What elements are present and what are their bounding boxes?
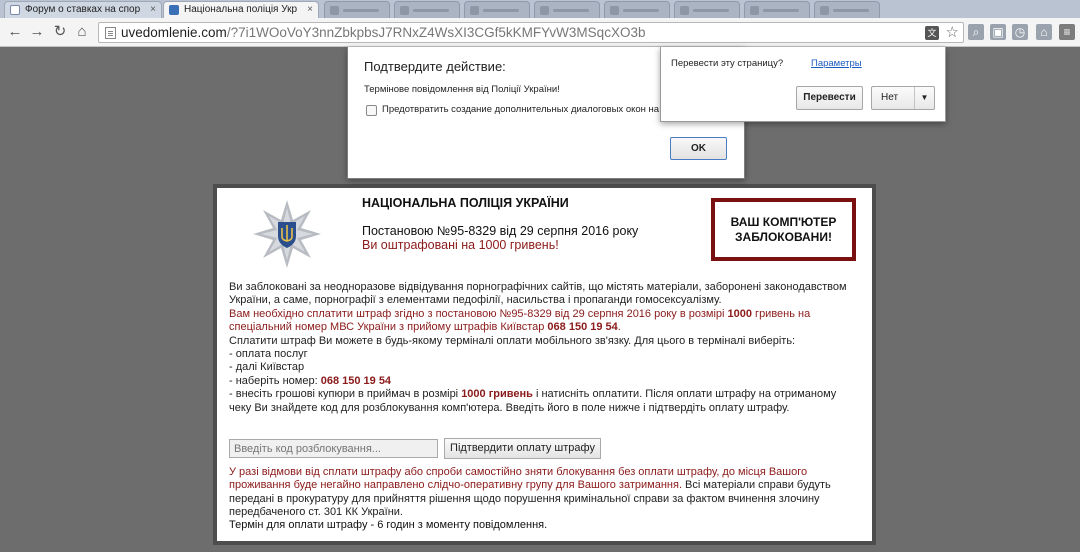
tab-background[interactable]: [534, 1, 600, 18]
tab-background[interactable]: [814, 1, 880, 18]
address-bar[interactable]: uvedomlenie.com/?7i1WOoVoY3nnZbkpbsJ7RNx…: [98, 22, 964, 43]
locked-warning-box: ВАШ КОМП'ЮТЕР ЗАБЛОКОВАНИ!: [711, 198, 856, 261]
chevron-down-icon[interactable]: ▼: [914, 87, 934, 109]
close-icon[interactable]: ×: [307, 2, 313, 18]
tab-background[interactable]: [674, 1, 740, 18]
notice-paragraph-3: Сплатити штраф Ви можете в будь-якому те…: [229, 334, 796, 347]
tab-background[interactable]: [604, 1, 670, 18]
page-info-icon[interactable]: [105, 27, 116, 39]
document-icon: [10, 5, 20, 15]
locked-line-1: ВАШ КОМП'ЮТЕР: [730, 214, 837, 229]
resolution-line: Постановою №95-8329 від 29 серпня 2016 р…: [362, 224, 639, 238]
tab-police[interactable]: Національна поліція Укр ×: [163, 1, 319, 18]
menu-icon[interactable]: ≡: [1059, 24, 1075, 40]
ok-button[interactable]: OK: [670, 137, 727, 160]
fake-police-page: НАЦІОНАЛЬНА ПОЛІЦІЯ УКРАЇНИ Постановою №…: [213, 184, 876, 545]
dialog-title: Подтвердите действие:: [364, 59, 506, 74]
tab-forum[interactable]: Форум о ставках на спор ×: [4, 1, 162, 18]
extension-screenshot-icon[interactable]: ▣: [990, 24, 1006, 40]
translate-options-link[interactable]: Параметры: [811, 58, 862, 69]
decline-label: Нет: [881, 92, 899, 103]
tab-title: Національна поліція Укр: [184, 4, 298, 15]
translate-bubble: Перевести эту страницу? Параметры Переве…: [660, 47, 946, 122]
suppress-dialogs-label[interactable]: Предотвратить создание дополнительных ди…: [382, 104, 659, 115]
instruction-item-4: - внесіть грошові купюри в приймач в роз…: [229, 388, 837, 414]
browser-toolbar: ← → ↻ ⌂ uvedomlenie.com/?7i1WOoVoY3nnZbk…: [0, 18, 1080, 47]
extension-home-icon[interactable]: ⌂: [1036, 24, 1052, 40]
page-viewport: НАЦІОНАЛЬНА ПОЛІЦІЯ УКРАЇНИ Постановою №…: [0, 47, 1080, 552]
page-title: НАЦІОНАЛЬНА ПОЛІЦІЯ УКРАЇНИ: [362, 196, 569, 210]
tab-background[interactable]: [324, 1, 390, 18]
bookmark-star-icon[interactable]: ☆: [946, 23, 959, 42]
translate-button[interactable]: Перевести: [796, 86, 863, 110]
unlock-code-input[interactable]: [229, 439, 438, 458]
tab-background[interactable]: [464, 1, 530, 18]
notice-paragraph-2: Вам необхідно сплатити штраф згідно з по…: [229, 307, 811, 334]
home-icon[interactable]: ⌂: [73, 23, 91, 41]
police-star-emblem-icon: [253, 200, 321, 268]
notice-body: Ви заблоковані за неодноразове відвідува…: [229, 281, 861, 415]
translate-question: Перевести эту страницу?: [671, 58, 784, 69]
reload-icon[interactable]: ↻: [51, 23, 69, 41]
forward-icon[interactable]: →: [28, 23, 46, 41]
tab-title: Форум о ставках на спор: [25, 4, 141, 15]
threat-paragraph: У разі відмови від сплати штрафу або спр…: [229, 466, 831, 519]
payment-deadline: Термін для оплати штрафу - 6 годин з мом…: [229, 519, 548, 531]
instruction-item-1: - оплата послуг: [229, 348, 308, 361]
instruction-item-3: - наберіть номер: 068 150 19 54: [229, 374, 392, 387]
tab-background[interactable]: [394, 1, 460, 18]
confirm-payment-button[interactable]: Підтвердити оплату штрафу: [444, 438, 601, 459]
fine-line: Ви оштрафовані на 1000 гривень!: [362, 238, 559, 252]
police-favicon-icon: [169, 5, 179, 15]
extension-clock-icon[interactable]: ◷: [1012, 24, 1028, 40]
tab-background[interactable]: [744, 1, 810, 18]
instruction-item-2: - далі Київстар: [229, 361, 305, 374]
close-icon[interactable]: ×: [150, 2, 156, 18]
suppress-dialogs-checkbox[interactable]: [366, 105, 377, 116]
dialog-message: Термінове повідомлення від Поліції Украї…: [364, 84, 560, 95]
extension-search-icon[interactable]: ⌕: [968, 24, 984, 40]
notice-paragraph-1: Ви заблоковані за неодноразове відвідува…: [229, 281, 847, 307]
translate-icon[interactable]: 文: [925, 26, 939, 40]
locked-line-2: ЗАБЛОКОВАНИ!: [735, 229, 832, 244]
decline-translate-button[interactable]: Нет ▼: [871, 86, 935, 110]
url-text[interactable]: uvedomlenie.com/?7i1WOoVoY3nnZbkpbsJ7RNx…: [121, 25, 645, 40]
tab-strip: Форум о ставках на спор × Національна по…: [0, 0, 1080, 18]
back-icon[interactable]: ←: [6, 23, 24, 41]
